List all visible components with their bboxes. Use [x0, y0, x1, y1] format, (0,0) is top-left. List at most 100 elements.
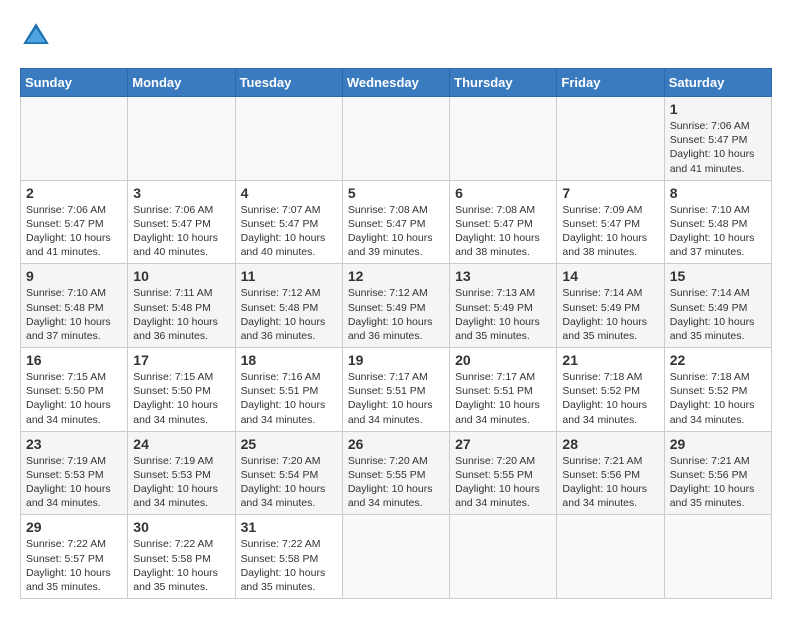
weekday-header: Monday [128, 69, 235, 97]
calendar-cell [342, 515, 449, 599]
calendar-cell: 27 Sunrise: 7:20 AM Sunset: 5:55 PM Dayli… [450, 431, 557, 515]
day-number: 17 [133, 352, 229, 368]
day-number: 4 [241, 185, 337, 201]
day-detail: Sunrise: 7:17 AM Sunset: 5:51 PM Dayligh… [455, 370, 551, 427]
day-number: 15 [670, 268, 766, 284]
weekday-header: Wednesday [342, 69, 449, 97]
day-detail: Sunrise: 7:15 AM Sunset: 5:50 PM Dayligh… [133, 370, 229, 427]
calendar-cell: 18Sunrise: 7:16 AM Sunset: 5:51 PM Dayli… [235, 348, 342, 432]
calendar-cell: 26 Sunrise: 7:20 AM Sunset: 5:55 PM Dayli… [342, 431, 449, 515]
day-number: 28 [562, 436, 658, 452]
calendar-cell: 8Sunrise: 7:10 AM Sunset: 5:48 PM Daylig… [664, 180, 771, 264]
day-number: 8 [670, 185, 766, 201]
weekday-header: Sunday [21, 69, 128, 97]
day-number: 2 [26, 185, 122, 201]
day-number: 12 [348, 268, 444, 284]
calendar-cell: 28Sunrise: 7:21 AM Sunset: 5:56 PM Dayli… [557, 431, 664, 515]
weekday-header: Thursday [450, 69, 557, 97]
calendar-cell: 19Sunrise: 7:17 AM Sunset: 5:51 PM Dayli… [342, 348, 449, 432]
day-number: 3 [133, 185, 229, 201]
calendar-cell: 1 Sunrise: 7:06 AM Sunset: 5:47 PM Daylig… [664, 97, 771, 181]
day-detail: Sunrise: 7:15 AM Sunset: 5:50 PM Dayligh… [26, 370, 122, 427]
calendar-cell: 2Sunrise: 7:06 AM Sunset: 5:47 PM Daylig… [21, 180, 128, 264]
day-number: 29 [26, 519, 122, 535]
day-number: 9 [26, 268, 122, 284]
day-number: 21 [562, 352, 658, 368]
day-detail: Sunrise: 7:16 AM Sunset: 5:51 PM Dayligh… [241, 370, 337, 427]
calendar-week-row: 23 Sunrise: 7:19 AM Sunset: 5:53 PM Dayli… [21, 431, 772, 515]
day-number: 23 [26, 436, 122, 452]
calendar-cell: 16 Sunrise: 7:15 AM Sunset: 5:50 PM Dayli… [21, 348, 128, 432]
day-detail: Sunrise: 7:07 AM Sunset: 5:47 PM Dayligh… [241, 203, 337, 260]
calendar-cell: 24Sunrise: 7:19 AM Sunset: 5:53 PM Dayli… [128, 431, 235, 515]
calendar-cell: 12Sunrise: 7:12 AM Sunset: 5:49 PM Dayli… [342, 264, 449, 348]
day-detail: Sunrise: 7:22 AM Sunset: 5:58 PM Dayligh… [133, 537, 229, 594]
day-number: 11 [241, 268, 337, 284]
day-number: 29 [670, 436, 766, 452]
logo-icon [20, 20, 52, 52]
day-number: 13 [455, 268, 551, 284]
day-detail: Sunrise: 7:19 AM Sunset: 5:53 PM Dayligh… [133, 454, 229, 511]
calendar-cell [557, 515, 664, 599]
day-number: 31 [241, 519, 337, 535]
weekday-header: Tuesday [235, 69, 342, 97]
calendar-cell: 6Sunrise: 7:08 AM Sunset: 5:47 PM Daylig… [450, 180, 557, 264]
calendar-cell: 31 Sunrise: 7:22 AM Sunset: 5:58 PM Dayli… [235, 515, 342, 599]
calendar-cell: 14Sunrise: 7:14 AM Sunset: 5:49 PM Dayli… [557, 264, 664, 348]
day-number: 27 [455, 436, 551, 452]
calendar-cell: 17 Sunrise: 7:15 AM Sunset: 5:50 PM Dayli… [128, 348, 235, 432]
day-detail: Sunrise: 7:20 AM Sunset: 5:55 PM Dayligh… [455, 454, 551, 511]
calendar-cell [21, 97, 128, 181]
day-number: 25 [241, 436, 337, 452]
calendar-cell [235, 97, 342, 181]
day-number: 30 [133, 519, 229, 535]
calendar-cell: 13 Sunrise: 7:13 AM Sunset: 5:49 PM Dayli… [450, 264, 557, 348]
calendar-cell: 5 Sunrise: 7:08 AM Sunset: 5:47 PM Daylig… [342, 180, 449, 264]
day-number: 5 [348, 185, 444, 201]
calendar-cell: 10 Sunrise: 7:11 AM Sunset: 5:48 PM Dayli… [128, 264, 235, 348]
day-detail: Sunrise: 7:06 AM Sunset: 5:47 PM Dayligh… [670, 119, 766, 176]
calendar-cell: 23Sunrise: 7:19 AM Sunset: 5:53 PM Dayli… [21, 431, 128, 515]
day-detail: Sunrise: 7:20 AM Sunset: 5:55 PM Dayligh… [348, 454, 444, 511]
day-number: 7 [562, 185, 658, 201]
day-detail: Sunrise: 7:06 AM Sunset: 5:47 PM Dayligh… [133, 203, 229, 260]
day-detail: Sunrise: 7:18 AM Sunset: 5:52 PM Dayligh… [670, 370, 766, 427]
logo [20, 20, 56, 52]
calendar-week-row: 16 Sunrise: 7:15 AM Sunset: 5:50 PM Dayli… [21, 348, 772, 432]
day-detail: Sunrise: 7:20 AM Sunset: 5:54 PM Dayligh… [241, 454, 337, 511]
day-detail: Sunrise: 7:08 AM Sunset: 5:47 PM Dayligh… [348, 203, 444, 260]
day-detail: Sunrise: 7:13 AM Sunset: 5:49 PM Dayligh… [455, 286, 551, 343]
day-detail: Sunrise: 7:17 AM Sunset: 5:51 PM Dayligh… [348, 370, 444, 427]
day-detail: Sunrise: 7:18 AM Sunset: 5:52 PM Dayligh… [562, 370, 658, 427]
calendar-cell: 3 Sunrise: 7:06 AM Sunset: 5:47 PM Daylig… [128, 180, 235, 264]
calendar-cell: 25 Sunrise: 7:20 AM Sunset: 5:54 PM Dayli… [235, 431, 342, 515]
calendar-cell [342, 97, 449, 181]
day-detail: Sunrise: 7:21 AM Sunset: 5:56 PM Dayligh… [670, 454, 766, 511]
weekday-header: Saturday [664, 69, 771, 97]
day-detail: Sunrise: 7:12 AM Sunset: 5:48 PM Dayligh… [241, 286, 337, 343]
day-number: 1 [670, 101, 766, 117]
day-detail: Sunrise: 7:10 AM Sunset: 5:48 PM Dayligh… [26, 286, 122, 343]
day-detail: Sunrise: 7:11 AM Sunset: 5:48 PM Dayligh… [133, 286, 229, 343]
calendar-cell: 30 Sunrise: 7:22 AM Sunset: 5:58 PM Dayli… [128, 515, 235, 599]
calendar-week-row: 9 Sunrise: 7:10 AM Sunset: 5:48 PM Daylig… [21, 264, 772, 348]
day-detail: Sunrise: 7:09 AM Sunset: 5:47 PM Dayligh… [562, 203, 658, 260]
day-number: 10 [133, 268, 229, 284]
calendar-cell [128, 97, 235, 181]
calendar-cell: 4 Sunrise: 7:07 AM Sunset: 5:47 PM Daylig… [235, 180, 342, 264]
day-number: 22 [670, 352, 766, 368]
day-detail: Sunrise: 7:22 AM Sunset: 5:57 PM Dayligh… [26, 537, 122, 594]
day-detail: Sunrise: 7:22 AM Sunset: 5:58 PM Dayligh… [241, 537, 337, 594]
day-number: 16 [26, 352, 122, 368]
day-detail: Sunrise: 7:14 AM Sunset: 5:49 PM Dayligh… [670, 286, 766, 343]
day-number: 26 [348, 436, 444, 452]
day-number: 14 [562, 268, 658, 284]
calendar-cell: 15 Sunrise: 7:14 AM Sunset: 5:49 PM Dayli… [664, 264, 771, 348]
page-header [20, 20, 772, 52]
calendar-week-row: 29 Sunrise: 7:22 AM Sunset: 5:57 PM Dayli… [21, 515, 772, 599]
day-number: 20 [455, 352, 551, 368]
calendar-week-row: 2 Sunrise: 7:06 AM Sunset: 5:47 PM Daylig… [21, 180, 772, 264]
calendar-cell: 29 Sunrise: 7:21 AM Sunset: 5:56 PM Dayli… [664, 431, 771, 515]
calendar-table: SundayMondayTuesdayWednesdayThursdayFrid… [20, 68, 772, 599]
calendar-cell: 22 Sunrise: 7:18 AM Sunset: 5:52 PM Dayli… [664, 348, 771, 432]
